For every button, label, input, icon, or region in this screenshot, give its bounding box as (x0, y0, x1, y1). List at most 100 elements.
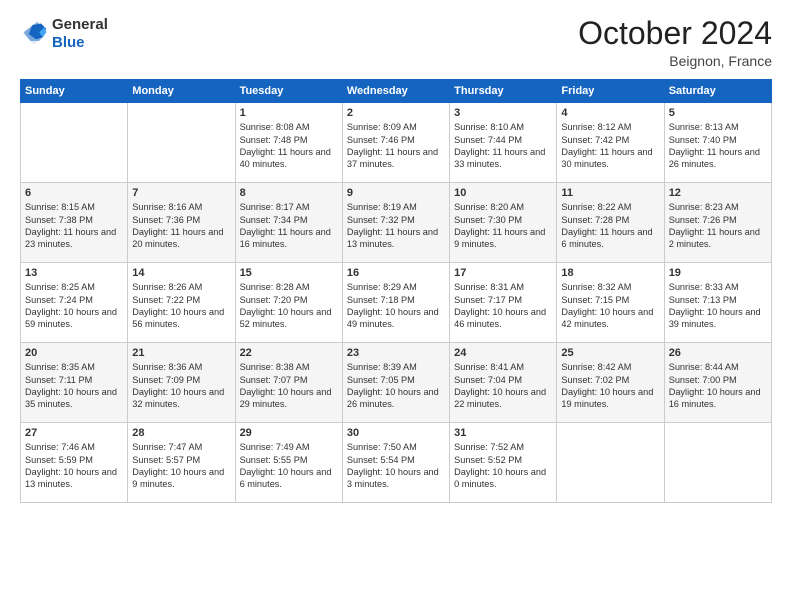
day-cell: 19 Sunrise: 8:33 AM Sunset: 7:13 PM Dayli… (664, 263, 771, 343)
day-number: 1 (240, 107, 338, 119)
day-cell: 28Sunrise: 7:47 AM Sunset: 5:57 PM Dayli… (128, 423, 235, 503)
day-number: 27 (25, 427, 123, 439)
day-cell: 31 Sunrise: 7:52 AM Sunset: 5:52 PM Dayli… (450, 423, 557, 503)
day-number: 8 (240, 187, 338, 199)
day-cell: 24 Sunrise: 8:41 AM Sunset: 7:04 PM Dayli… (450, 343, 557, 423)
day-info: Sunrise: 8:20 AM Sunset: 7:30 PM Dayligh… (454, 201, 552, 251)
day-of-week-saturday: Saturday (664, 80, 771, 103)
day-number: 2 (347, 107, 445, 119)
day-info: Sunrise: 8:41 AM Sunset: 7:04 PM Dayligh… (454, 361, 552, 411)
day-info: Sunrise: 7:47 AM Sunset: 5:57 PM Dayligh… (132, 441, 230, 491)
day-info: Sunrise: 8:08 AM Sunset: 7:48 PM Dayligh… (240, 121, 338, 171)
day-of-week-sunday: Sunday (21, 80, 128, 103)
day-cell: 23 Sunrise: 8:39 AM Sunset: 7:05 PM Dayli… (342, 343, 449, 423)
day-cell: 6 Sunrise: 8:15 AM Sunset: 7:38 PM Daylig… (21, 183, 128, 263)
day-info: Sunrise: 8:15 AM Sunset: 7:38 PM Dayligh… (25, 201, 123, 251)
day-number: 25 (561, 347, 659, 359)
day-number: 5 (669, 107, 767, 119)
month-title: October 2024 (578, 16, 772, 51)
day-cell: 20Sunrise: 8:35 AM Sunset: 7:11 PM Dayli… (21, 343, 128, 423)
day-info: Sunrise: 8:38 AM Sunset: 7:07 PM Dayligh… (240, 361, 338, 411)
day-number: 23 (347, 347, 445, 359)
day-cell: 10 Sunrise: 8:20 AM Sunset: 7:30 PM Dayli… (450, 183, 557, 263)
day-cell (128, 103, 235, 183)
day-cell: 15Sunrise: 8:28 AM Sunset: 7:20 PM Dayli… (235, 263, 342, 343)
day-number: 12 (669, 187, 767, 199)
day-cell: 11 Sunrise: 8:22 AM Sunset: 7:28 PM Dayli… (557, 183, 664, 263)
day-info: Sunrise: 7:46 AM Sunset: 5:59 PM Dayligh… (25, 441, 123, 491)
week-row-2: 6 Sunrise: 8:15 AM Sunset: 7:38 PM Daylig… (21, 183, 772, 263)
day-cell: 5 Sunrise: 8:13 AM Sunset: 7:40 PM Daylig… (664, 103, 771, 183)
logo-general: General (52, 16, 108, 33)
day-number: 31 (454, 427, 552, 439)
day-info: Sunrise: 8:12 AM Sunset: 7:42 PM Dayligh… (561, 121, 659, 171)
day-cell (557, 423, 664, 503)
day-cell: 2 Sunrise: 8:09 AM Sunset: 7:46 PM Daylig… (342, 103, 449, 183)
day-info: Sunrise: 8:33 AM Sunset: 7:13 PM Dayligh… (669, 281, 767, 331)
day-cell: 14Sunrise: 8:26 AM Sunset: 7:22 PM Dayli… (128, 263, 235, 343)
calendar-body: 1 Sunrise: 8:08 AM Sunset: 7:48 PM Daylig… (21, 103, 772, 503)
day-cell: 9 Sunrise: 8:19 AM Sunset: 7:32 PM Daylig… (342, 183, 449, 263)
day-cell: 8 Sunrise: 8:17 AM Sunset: 7:34 PM Daylig… (235, 183, 342, 263)
day-cell: 29 Sunrise: 7:49 AM Sunset: 5:55 PM Dayli… (235, 423, 342, 503)
day-info: Sunrise: 8:09 AM Sunset: 7:46 PM Dayligh… (347, 121, 445, 171)
day-cell: 4Sunrise: 8:12 AM Sunset: 7:42 PM Daylig… (557, 103, 664, 183)
calendar-table: SundayMondayTuesdayWednesdayThursdayFrid… (20, 79, 772, 503)
day-number: 7 (132, 187, 230, 199)
day-info: Sunrise: 8:13 AM Sunset: 7:40 PM Dayligh… (669, 121, 767, 171)
day-info: Sunrise: 8:19 AM Sunset: 7:32 PM Dayligh… (347, 201, 445, 251)
day-of-week-monday: Monday (128, 80, 235, 103)
day-of-week-friday: Friday (557, 80, 664, 103)
day-number: 3 (454, 107, 552, 119)
day-info: Sunrise: 8:32 AM Sunset: 7:15 PM Dayligh… (561, 281, 659, 331)
day-of-week-wednesday: Wednesday (342, 80, 449, 103)
day-cell: 21Sunrise: 8:36 AM Sunset: 7:09 PM Dayli… (128, 343, 235, 423)
day-cell: 22 Sunrise: 8:38 AM Sunset: 7:07 PM Dayli… (235, 343, 342, 423)
day-number: 29 (240, 427, 338, 439)
day-cell: 26Sunrise: 8:44 AM Sunset: 7:00 PM Dayli… (664, 343, 771, 423)
page-header: General Blue October 2024 Beignon, Franc… (20, 16, 772, 69)
day-of-week-tuesday: Tuesday (235, 80, 342, 103)
calendar-header: SundayMondayTuesdayWednesdayThursdayFrid… (21, 80, 772, 103)
day-cell (664, 423, 771, 503)
day-info: Sunrise: 8:42 AM Sunset: 7:02 PM Dayligh… (561, 361, 659, 411)
day-number: 10 (454, 187, 552, 199)
day-info: Sunrise: 8:31 AM Sunset: 7:17 PM Dayligh… (454, 281, 552, 331)
day-number: 26 (669, 347, 767, 359)
day-info: Sunrise: 8:22 AM Sunset: 7:28 PM Dayligh… (561, 201, 659, 251)
week-row-1: 1 Sunrise: 8:08 AM Sunset: 7:48 PM Daylig… (21, 103, 772, 183)
day-cell: 17Sunrise: 8:31 AM Sunset: 7:17 PM Dayli… (450, 263, 557, 343)
week-row-3: 13 Sunrise: 8:25 AM Sunset: 7:24 PM Dayli… (21, 263, 772, 343)
day-cell: 12 Sunrise: 8:23 AM Sunset: 7:26 PM Dayli… (664, 183, 771, 263)
logo: General Blue (20, 16, 108, 52)
day-info: Sunrise: 7:52 AM Sunset: 5:52 PM Dayligh… (454, 441, 552, 491)
week-row-4: 20Sunrise: 8:35 AM Sunset: 7:11 PM Dayli… (21, 343, 772, 423)
day-number: 14 (132, 267, 230, 279)
day-info: Sunrise: 8:23 AM Sunset: 7:26 PM Dayligh… (669, 201, 767, 251)
logo-blue: Blue (52, 34, 85, 51)
day-number: 16 (347, 267, 445, 279)
day-number: 6 (25, 187, 123, 199)
day-number: 18 (561, 267, 659, 279)
day-number: 9 (347, 187, 445, 199)
day-cell: 27 Sunrise: 7:46 AM Sunset: 5:59 PM Dayli… (21, 423, 128, 503)
day-info: Sunrise: 7:49 AM Sunset: 5:55 PM Dayligh… (240, 441, 338, 491)
location: Beignon, France (578, 53, 772, 69)
day-info: Sunrise: 8:39 AM Sunset: 7:05 PM Dayligh… (347, 361, 445, 411)
day-number: 30 (347, 427, 445, 439)
day-number: 24 (454, 347, 552, 359)
day-cell: 3Sunrise: 8:10 AM Sunset: 7:44 PM Daylig… (450, 103, 557, 183)
day-cell: 18 Sunrise: 8:32 AM Sunset: 7:15 PM Dayli… (557, 263, 664, 343)
day-info: Sunrise: 8:17 AM Sunset: 7:34 PM Dayligh… (240, 201, 338, 251)
logo-icon (20, 20, 48, 48)
title-block: October 2024 Beignon, France (578, 16, 772, 69)
day-info: Sunrise: 7:50 AM Sunset: 5:54 PM Dayligh… (347, 441, 445, 491)
day-number: 11 (561, 187, 659, 199)
day-info: Sunrise: 8:25 AM Sunset: 7:24 PM Dayligh… (25, 281, 123, 331)
day-cell (21, 103, 128, 183)
day-number: 19 (669, 267, 767, 279)
day-number: 22 (240, 347, 338, 359)
day-number: 20 (25, 347, 123, 359)
day-number: 13 (25, 267, 123, 279)
day-cell: 7Sunrise: 8:16 AM Sunset: 7:36 PM Daylig… (128, 183, 235, 263)
